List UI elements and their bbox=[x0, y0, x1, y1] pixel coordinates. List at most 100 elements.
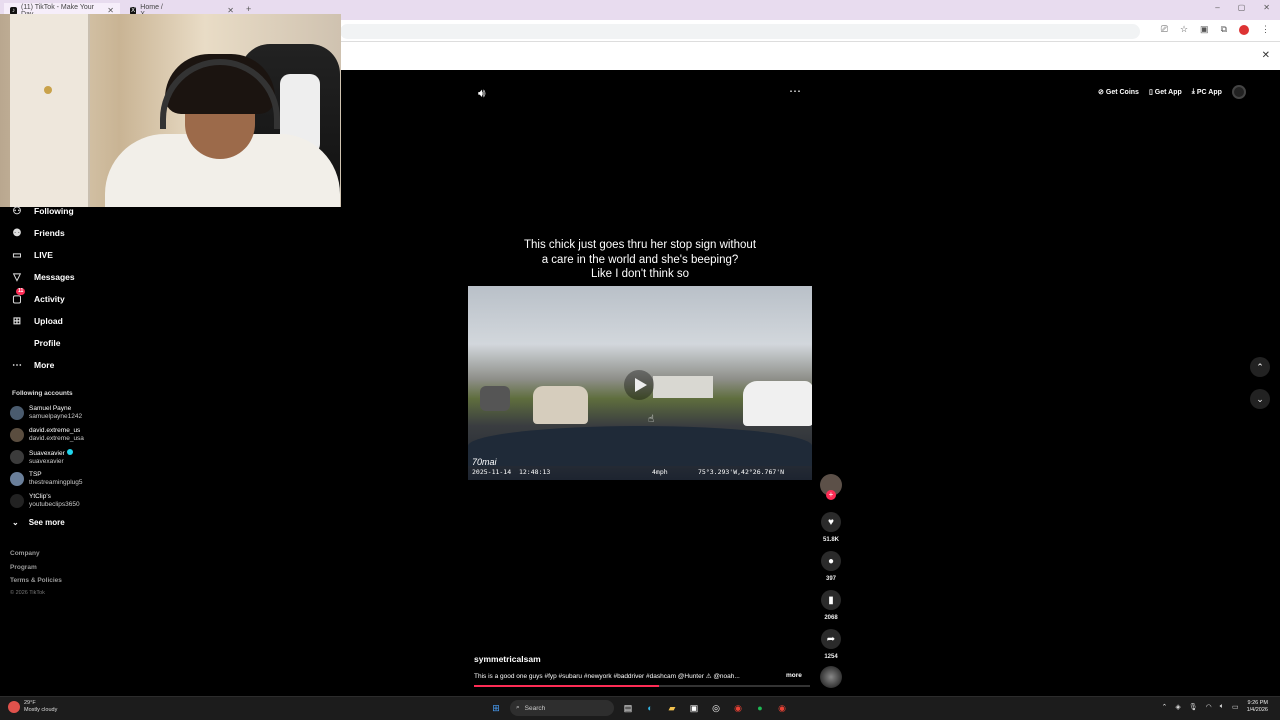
next-video-button[interactable]: ⌄ bbox=[1250, 389, 1270, 409]
following-account[interactable]: YtClip's youtubeclips3650 bbox=[10, 490, 130, 512]
get-app-label: Get App bbox=[1154, 88, 1182, 96]
windows-start-icon[interactable]: ⊞ bbox=[488, 700, 504, 716]
obs-icon[interactable]: ◎ bbox=[708, 700, 724, 716]
speaker-icon[interactable]: 🔈︎ bbox=[1220, 703, 1224, 711]
avatar bbox=[10, 450, 24, 464]
theme-toggle[interactable] bbox=[1231, 85, 1246, 99]
edge-icon[interactable]: ◐ bbox=[642, 700, 658, 716]
account-username: david.extreme_usa bbox=[29, 435, 84, 442]
spotify-icon[interactable]: ● bbox=[752, 700, 768, 716]
following-account[interactable]: Suavexavier suavexavier bbox=[10, 446, 130, 468]
video-player[interactable]: 70mai 2025-11-14 12:48:13 4mph 75°3.293'… bbox=[468, 286, 812, 480]
account-name: david.extreme_us bbox=[29, 427, 81, 434]
chevron-up-icon: ⌃ bbox=[1256, 361, 1264, 372]
following-icon: ⚇ bbox=[12, 205, 22, 217]
sidebar-item-activity[interactable]: ▢ 11 Activity bbox=[10, 287, 65, 309]
follow-plus-icon[interactable]: + bbox=[826, 490, 836, 500]
previous-video-button[interactable]: ⌃ bbox=[1250, 357, 1270, 377]
share-button[interactable]: ➦ bbox=[821, 629, 841, 649]
battery-icon[interactable]: ▭ bbox=[1232, 703, 1239, 711]
see-more-button[interactable]: ⌄ See more bbox=[12, 518, 65, 527]
like-count: 51.8K bbox=[822, 537, 839, 543]
account-name: Samuel Payne bbox=[29, 405, 72, 412]
task-view-icon[interactable]: ▤ bbox=[620, 700, 636, 716]
sidebar-item-live[interactable]: ▭ LIVE bbox=[10, 245, 53, 265]
description-more-button[interactable]: more bbox=[786, 672, 802, 679]
more-icon: ⋯ bbox=[12, 359, 22, 371]
get-coins-label: Get Coins bbox=[1105, 88, 1139, 96]
sidebar-item-friends[interactable]: ⚉ Friends bbox=[10, 223, 65, 243]
sidebar-item-label: Messages bbox=[34, 272, 75, 282]
footer-link-program[interactable]: Program bbox=[10, 564, 37, 571]
messages-icon: ▽ bbox=[13, 271, 21, 283]
get-app-button[interactable]: ▯ Get App bbox=[1149, 88, 1182, 97]
tray-app-icon[interactable]: ◈ bbox=[1175, 703, 1180, 711]
volume-icon[interactable]: 🔊︎ bbox=[478, 86, 486, 101]
chrome-icon[interactable]: ◉ bbox=[730, 700, 746, 716]
video-caption: This chick just goes thru her stop sign … bbox=[500, 238, 780, 282]
menu-kebab-icon[interactable]: ⋮ bbox=[1261, 24, 1270, 35]
wifi-icon[interactable]: ◠ bbox=[1206, 703, 1212, 711]
save-count: 2068 bbox=[824, 615, 838, 621]
taskbar-search[interactable]: ⌕ Search bbox=[510, 700, 614, 716]
profile-avatar[interactable] bbox=[1239, 24, 1249, 35]
avatar bbox=[10, 428, 24, 442]
sidepanel-icon[interactable]: ▣ bbox=[1200, 24, 1209, 35]
avatar bbox=[10, 494, 24, 508]
video-car bbox=[743, 381, 812, 426]
following-account[interactable]: Samuel Payne samuelpayne1242 bbox=[10, 402, 130, 424]
more-options-icon[interactable]: ⋯ bbox=[789, 84, 802, 98]
chevron-down-icon: ⌄ bbox=[1256, 393, 1264, 404]
share-count: 1254 bbox=[824, 654, 838, 660]
omnibox[interactable] bbox=[340, 24, 1140, 39]
activity-icon: ▢ 11 bbox=[12, 287, 26, 305]
account-username: suavexavier bbox=[29, 457, 64, 465]
footer-link-terms[interactable]: Terms & Policies bbox=[10, 577, 62, 584]
like-button[interactable]: ♥ bbox=[821, 512, 841, 532]
maximize-button[interactable]: ▢ bbox=[1238, 3, 1246, 12]
video-progress-bar[interactable] bbox=[474, 685, 810, 687]
footer-link-company[interactable]: Company bbox=[10, 550, 40, 557]
copyright-text: © 2026 TikTok bbox=[10, 590, 45, 596]
author-username[interactable]: symmetricalsam bbox=[474, 654, 541, 664]
account-name: Suavexavier bbox=[29, 449, 65, 457]
tray-chevron-icon[interactable]: ⌃ bbox=[1161, 703, 1167, 711]
search-icon: ⌕ bbox=[516, 704, 520, 711]
microphone-icon[interactable]: 🎙︎ bbox=[1189, 703, 1198, 711]
sidebar-item-label: Following bbox=[34, 206, 74, 216]
following-account[interactable]: david.extreme_us david.extreme_usa bbox=[10, 424, 130, 446]
chrome-active-icon[interactable]: ◉ bbox=[774, 700, 790, 716]
video-dashboard-hood bbox=[468, 426, 812, 466]
sidebar-item-upload[interactable]: ⊞ Upload bbox=[10, 311, 63, 331]
close-window-button[interactable]: ✕ bbox=[1263, 3, 1270, 12]
sidebar-item-profile[interactable]: Profile bbox=[10, 333, 60, 353]
new-tab-button[interactable]: + bbox=[246, 4, 251, 14]
get-coins-button[interactable]: ⊘ Get Coins bbox=[1098, 88, 1139, 97]
close-icon[interactable]: ✕ bbox=[1262, 50, 1270, 61]
play-icon[interactable] bbox=[624, 370, 654, 400]
extensions-icon[interactable]: ⧉ bbox=[1221, 24, 1227, 35]
cast-icon[interactable]: ⎚ bbox=[1161, 24, 1168, 35]
sidebar-item-more[interactable]: ⋯ More bbox=[10, 355, 54, 375]
sidebar-item-label: Friends bbox=[34, 228, 65, 238]
bookmark-star-icon[interactable]: ☆ bbox=[1180, 24, 1188, 35]
clock-date: 1/4/2026 bbox=[1246, 707, 1268, 713]
store-icon[interactable]: ▣ bbox=[686, 700, 702, 716]
sidebar-item-following[interactable]: ⚇ Following bbox=[10, 201, 74, 221]
avatar bbox=[10, 406, 24, 420]
system-clock[interactable]: 9:26 PM 1/4/2026 bbox=[1247, 700, 1268, 714]
music-disc-icon[interactable] bbox=[820, 666, 842, 688]
sidebar-item-messages[interactable]: ▽ Messages bbox=[10, 267, 75, 287]
minimize-button[interactable]: – bbox=[1215, 3, 1219, 12]
caption-line: a care in the world and she's beeping? bbox=[541, 253, 739, 266]
save-button[interactable]: ▮ bbox=[821, 590, 841, 610]
comment-button[interactable]: ● bbox=[821, 551, 841, 571]
post-description: This is a good one guys #fyp #subaru #ne… bbox=[474, 673, 740, 680]
weather-widget[interactable]: 29°F Mostly cloudy bbox=[8, 700, 57, 714]
door bbox=[10, 14, 90, 207]
pc-app-button[interactable]: ⤓ PC App bbox=[1192, 88, 1222, 96]
coin-icon: ⊘ bbox=[1098, 89, 1104, 96]
friends-icon: ⚉ bbox=[12, 227, 22, 239]
file-explorer-icon[interactable]: ▰ bbox=[664, 700, 680, 716]
following-account[interactable]: TSP thestreamingplug5 bbox=[10, 468, 130, 490]
